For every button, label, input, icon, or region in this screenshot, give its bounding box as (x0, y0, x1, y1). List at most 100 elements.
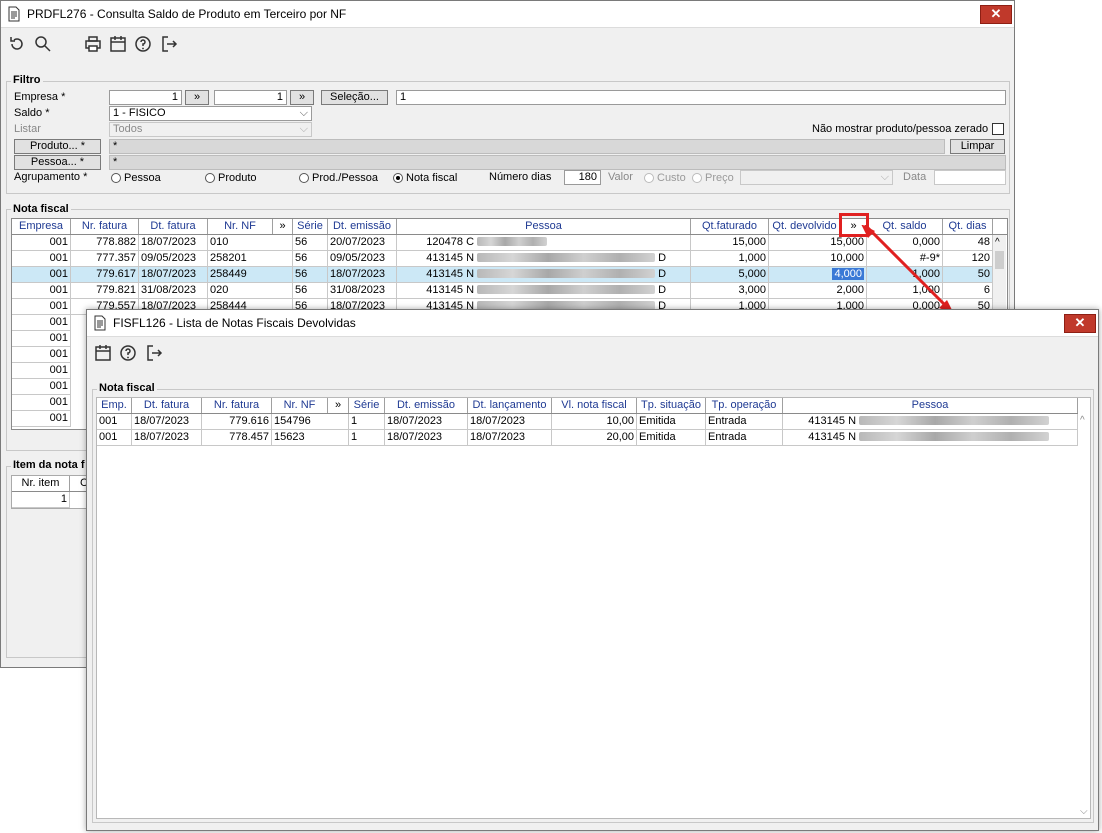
col-nr-fatura[interactable]: Nr. fatura (202, 398, 272, 413)
redacted-text (477, 269, 656, 278)
col-pessoa[interactable]: Pessoa (397, 219, 691, 234)
col-tp-situacao[interactable]: Tp. situação (637, 398, 706, 413)
table-row-selected[interactable]: 001 779.617 18/07/2023 258449 56 18/07/2… (12, 267, 993, 283)
col-nr-item[interactable]: Nr. item (12, 476, 70, 491)
pessoa-name: N (466, 284, 475, 296)
scroll-thumb[interactable] (995, 251, 1004, 269)
scroll-up-icon[interactable]: ^ (995, 237, 1000, 248)
dialog-close-button[interactable]: ✕ (1064, 314, 1096, 333)
filter-group-label: Filtro (11, 74, 43, 86)
pessoa-tail: D (658, 268, 667, 280)
col-dt-lancamento[interactable]: Dt. lançamento (468, 398, 552, 413)
col-nr-nf[interactable]: Nr. NF (272, 398, 328, 413)
col-expand-button[interactable]: » (273, 219, 293, 234)
print-icon[interactable] (83, 34, 103, 54)
dialog-nota-fiscal-label: Nota fiscal (97, 382, 157, 394)
col-dt-fatura[interactable]: Dt. fatura (132, 398, 202, 413)
cell-nr-nf: 15623 (272, 430, 349, 446)
exit-icon[interactable] (159, 34, 179, 54)
cell-dt-emissao: 18/07/2023 (385, 430, 468, 446)
selecao-button[interactable]: Seleção... (321, 90, 388, 105)
cell-empresa: 001 (12, 235, 71, 251)
cell-nr-nf: 258201 (208, 251, 293, 267)
data-input[interactable] (934, 170, 1006, 185)
nao-mostrar-checkbox[interactable] (992, 123, 1004, 135)
selecao-input[interactable]: 1 (396, 90, 1006, 105)
cell-empresa: 001 (12, 331, 71, 347)
pessoa-tail: D (658, 284, 667, 296)
col-emp[interactable]: Emp. (97, 398, 132, 413)
table-row[interactable]: 001 777.357 09/05/2023 258201 56 09/05/2… (12, 251, 993, 267)
col-vl-nota-fiscal[interactable]: Vl. nota fiscal (552, 398, 637, 413)
cell-dt-fatura: 31/08/2023 (139, 283, 208, 299)
pessoa-code: 413145 (426, 252, 463, 264)
limpar-button[interactable]: Limpar (950, 139, 1005, 154)
numero-dias-input[interactable]: 180 (564, 170, 601, 185)
cell-nr-fatura: 779.821 (71, 283, 139, 299)
empresa-range-button[interactable]: » (185, 90, 209, 105)
table-row[interactable]: 001 779.821 31/08/2023 020 56 31/08/2023… (12, 283, 993, 299)
pessoa-tail: D (658, 252, 667, 264)
valor-select[interactable]: ⌵ (740, 170, 893, 185)
col-nr-nf[interactable]: Nr. NF (208, 219, 273, 234)
empresa-range-button-2[interactable]: » (290, 90, 314, 105)
col-serie[interactable]: Série (349, 398, 385, 413)
scroll-down-icon[interactable]: ⌵ (1080, 806, 1088, 817)
calendar-icon[interactable] (108, 34, 128, 54)
cell-empresa: 001 (12, 395, 71, 411)
cell-pessoa: 413145 N D (397, 283, 691, 299)
col-dt-emissao[interactable]: Dt. emissão (328, 219, 397, 234)
col-empresa[interactable]: Empresa (12, 219, 71, 234)
cell-empresa: 001 (12, 363, 71, 379)
refresh-icon[interactable] (7, 34, 27, 54)
cell-dt-emissao: 09/05/2023 (328, 251, 397, 267)
main-close-button[interactable]: ✕ (980, 5, 1012, 24)
agrupamento-radio-produto[interactable]: Produto (205, 172, 257, 184)
scroll-up-icon[interactable]: ^ (1080, 415, 1085, 426)
listar-select-value: Todos (113, 123, 143, 135)
col-nr-fatura[interactable]: Nr. fatura (71, 219, 139, 234)
col-qt-faturado[interactable]: Qt.faturado (691, 219, 769, 234)
pessoa-code: 413145 (426, 268, 463, 280)
chevron-down-icon: ⌵ (880, 171, 889, 183)
devolvidas-table: Emp. Dt. fatura Nr. fatura Nr. NF » Séri… (96, 397, 1091, 819)
exit-icon[interactable] (144, 343, 164, 363)
data-label: Data (903, 171, 927, 183)
dialog-scrollbar[interactable]: ^ ⌵ (1078, 414, 1090, 818)
valor-radio-preco[interactable]: Preço (692, 172, 734, 184)
table-row[interactable]: 001 18/07/2023 778.457 15623 1 18/07/202… (97, 430, 1078, 446)
cell-nr-item: 1 (12, 492, 70, 508)
col-dt-fatura[interactable]: Dt. fatura (139, 219, 208, 234)
help-icon[interactable] (133, 34, 153, 54)
produto-input[interactable]: * (109, 139, 945, 154)
nota-fiscal-group-label: Nota fiscal (11, 203, 71, 215)
col-serie[interactable]: Série (293, 219, 328, 234)
cell-qt-devolvido: 10,000 (769, 251, 867, 267)
empresa-from-input[interactable]: 1 (109, 90, 182, 105)
agrupamento-radio-nota-fiscal[interactable]: Nota fiscal (393, 172, 457, 184)
listar-select[interactable]: Todos ⌵ (109, 122, 312, 137)
col-dt-emissao[interactable]: Dt. emissão (385, 398, 468, 413)
cell-nr-fatura: 778.457 (202, 430, 272, 446)
calendar-icon[interactable] (93, 343, 113, 363)
col-qt-devolvido[interactable]: Qt. devolvido (769, 219, 841, 234)
pessoa-button[interactable]: Pessoa... * (14, 155, 101, 170)
cell-pessoa: 413145 N (783, 430, 1078, 446)
agrupamento-radio-prod-pessoa[interactable]: Prod./Pessoa (299, 172, 378, 184)
table-row[interactable]: 001 18/07/2023 779.616 154796 1 18/07/20… (97, 414, 1078, 430)
col-pessoa[interactable]: Pessoa (783, 398, 1078, 413)
saldo-select[interactable]: 1 - FISICO ⌵ (109, 106, 312, 121)
col-tp-operacao[interactable]: Tp. operação (706, 398, 783, 413)
table-row[interactable]: 001 778.882 18/07/2023 010 56 20/07/2023… (12, 235, 993, 251)
pessoa-input[interactable]: * (109, 155, 1006, 170)
pessoa-code: 413145 (808, 415, 845, 427)
valor-radio-custo[interactable]: Custo (644, 172, 686, 184)
cell-qt-faturado: 15,000 (691, 235, 769, 251)
empresa-to-input[interactable]: 1 (214, 90, 287, 105)
main-toolbar (1, 28, 1014, 60)
col-expand-button[interactable]: » (328, 398, 349, 413)
agrupamento-radio-pessoa[interactable]: Pessoa (111, 172, 161, 184)
produto-button[interactable]: Produto... * (14, 139, 101, 154)
search-icon[interactable] (33, 34, 53, 54)
help-icon[interactable] (118, 343, 138, 363)
